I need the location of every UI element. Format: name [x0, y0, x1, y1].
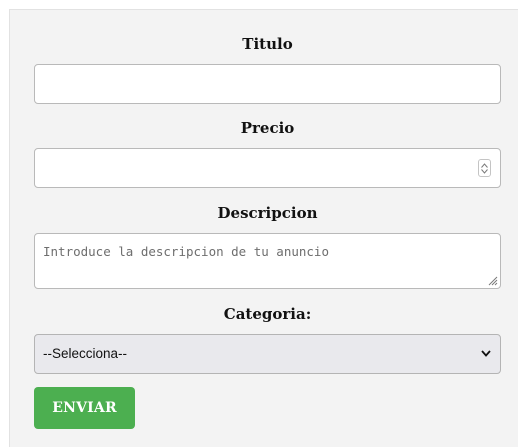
enviar-button[interactable]: ENVIAR	[34, 387, 135, 429]
chevron-down-icon	[481, 350, 491, 357]
up-down-spinner-icon[interactable]	[478, 159, 491, 177]
precio-label: Precio	[240, 119, 295, 137]
ad-form-panel: Titulo Precio Descripcion Introduce la d…	[9, 9, 518, 447]
categoria-select[interactable]: --Selecciona--	[34, 334, 501, 374]
titulo-label: Titulo	[242, 35, 293, 53]
titulo-input[interactable]	[34, 64, 501, 104]
descripcion-placeholder: Introduce la descripcion de tu anuncio	[43, 244, 329, 259]
descripcion-label: Descripcion	[217, 204, 318, 222]
resize-handle-icon[interactable]	[488, 276, 498, 286]
categoria-label: Categoria:	[223, 305, 312, 323]
categoria-selected-value: --Selecciona--	[43, 346, 128, 361]
descripcion-textarea[interactable]: Introduce la descripcion de tu anuncio	[34, 233, 501, 289]
precio-input[interactable]	[34, 148, 501, 188]
